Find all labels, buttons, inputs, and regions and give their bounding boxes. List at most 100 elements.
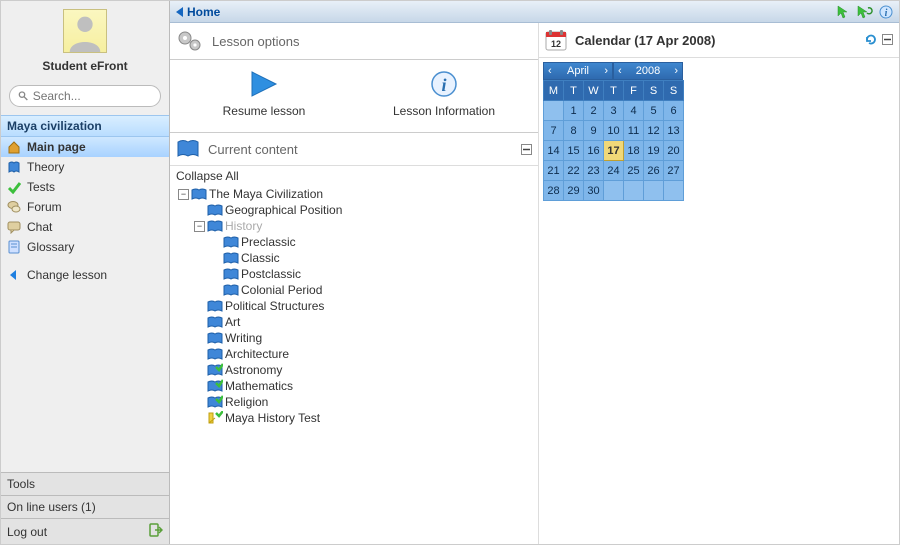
calendar-grid: MTWTFSS123456789101112131415161718192021…: [543, 80, 684, 201]
calendar-day[interactable]: 12: [644, 121, 664, 141]
collapse-panel-icon[interactable]: [521, 144, 532, 155]
tools-row[interactable]: Tools: [1, 472, 169, 495]
calendar-day[interactable]: 18: [624, 141, 644, 161]
book-icon: [191, 187, 207, 201]
calendar-day[interactable]: 13: [664, 121, 684, 141]
tree-node[interactable]: Art: [174, 314, 534, 330]
calendar-day[interactable]: 5: [644, 101, 664, 121]
collapse-all-link[interactable]: Collapse All: [170, 166, 538, 186]
prev-year-icon[interactable]: [618, 65, 622, 77]
tree-node[interactable]: Religion: [174, 394, 534, 410]
svg-text:12: 12: [551, 39, 561, 49]
calendar-title: Calendar (17 Apr 2008): [575, 33, 715, 48]
sidebar-item-chat[interactable]: Chat: [1, 217, 169, 237]
info-icon[interactable]: i: [879, 5, 893, 19]
calendar-day[interactable]: 16: [584, 141, 604, 161]
calendar-day[interactable]: 21: [544, 161, 564, 181]
online-users-row[interactable]: On line users (1): [1, 495, 169, 518]
book-icon: [7, 160, 21, 174]
tree-node[interactable]: Geographical Position: [174, 202, 534, 218]
calendar-day[interactable]: 9: [584, 121, 604, 141]
calendar-day[interactable]: 22: [564, 161, 584, 181]
tree-node[interactable]: Maya History Test: [174, 410, 534, 426]
calendar-day[interactable]: 4: [624, 101, 644, 121]
tree-node[interactable]: − The Maya Civilization: [174, 186, 534, 202]
calendar-day[interactable]: 29: [564, 181, 584, 201]
gear-icon: [176, 29, 204, 53]
next-month-icon[interactable]: [604, 65, 608, 77]
calendar-widget: April 2008 MTWTFSS1234567891011121314151…: [539, 58, 899, 201]
refresh-icon[interactable]: [864, 34, 878, 46]
resume-lesson-button[interactable]: Resume lesson: [174, 70, 354, 118]
content-columns: Lesson options Resume lesson i Lesson In…: [170, 23, 899, 544]
sidebar-item-tests[interactable]: Tests: [1, 177, 169, 197]
prev-month-icon[interactable]: [548, 65, 552, 77]
tree-toggle-icon[interactable]: −: [178, 189, 189, 200]
sidebar-item-main-page[interactable]: Main page: [1, 137, 169, 157]
calendar-day[interactable]: 19: [644, 141, 664, 161]
tree-node[interactable]: Writing: [174, 330, 534, 346]
calendar-day[interactable]: 1: [564, 101, 584, 121]
tree-node[interactable]: Classic: [174, 250, 534, 266]
calendar-day[interactable]: 2: [584, 101, 604, 121]
back-icon[interactable]: [176, 7, 183, 17]
calendar-empty: [544, 101, 564, 121]
sidebar-item-theory[interactable]: Theory: [1, 157, 169, 177]
calendar-month-nav[interactable]: April: [543, 62, 613, 80]
lesson-info-button[interactable]: i Lesson Information: [354, 70, 534, 118]
calendar-day[interactable]: 28: [544, 181, 564, 201]
logout-row[interactable]: Log out: [1, 518, 169, 544]
next-year-icon[interactable]: [674, 65, 678, 77]
cursor-refresh-icon[interactable]: [857, 5, 873, 19]
tree-node[interactable]: Astronomy: [174, 362, 534, 378]
book-icon: [223, 283, 239, 297]
calendar-day[interactable]: 20: [664, 141, 684, 161]
calendar-day[interactable]: 7: [544, 121, 564, 141]
calendar-day[interactable]: 6: [664, 101, 684, 121]
tree-node-label: Classic: [241, 251, 280, 265]
calendar-day[interactable]: 24: [604, 161, 624, 181]
calendar-day[interactable]: 26: [644, 161, 664, 181]
tree-node[interactable]: Political Structures: [174, 298, 534, 314]
tree-node[interactable]: Preclassic: [174, 234, 534, 250]
tree-node[interactable]: Postclassic: [174, 266, 534, 282]
sidebar-item-forum[interactable]: Forum: [1, 197, 169, 217]
search-input[interactable]: [33, 89, 152, 103]
book-icon: [207, 315, 223, 329]
sidebar-item-glossary[interactable]: Glossary: [1, 237, 169, 257]
sidebar-item-label: Main page: [27, 140, 86, 154]
calendar-dow: T: [564, 81, 584, 101]
tree-node[interactable]: Architecture: [174, 346, 534, 362]
calendar-day[interactable]: 11: [624, 121, 644, 141]
calendar-day[interactable]: 8: [564, 121, 584, 141]
tree-node[interactable]: Mathematics: [174, 378, 534, 394]
lesson-options-title: Lesson options: [212, 34, 299, 49]
calendar-day[interactable]: 15: [564, 141, 584, 161]
arrow-left-icon: [7, 268, 21, 282]
change-lesson-link[interactable]: Change lesson: [1, 265, 169, 285]
calendar-day[interactable]: 25: [624, 161, 644, 181]
book-icon: [223, 251, 239, 265]
tree-node[interactable]: Colonial Period: [174, 282, 534, 298]
tree-toggle-icon[interactable]: −: [194, 221, 205, 232]
chat-icon: [7, 220, 21, 234]
tree-node[interactable]: −History: [174, 218, 534, 234]
calendar-day[interactable]: 30: [584, 181, 604, 201]
tools-label: Tools: [7, 477, 35, 491]
calendar-day[interactable]: 23: [584, 161, 604, 181]
search-box[interactable]: [9, 85, 161, 107]
open-book-icon: [176, 139, 200, 159]
calendar-day[interactable]: 14: [544, 141, 564, 161]
book-icon: [207, 347, 223, 361]
calendar-day[interactable]: 17: [604, 141, 624, 161]
collapse-panel-icon[interactable]: [882, 34, 893, 45]
cursor-icon[interactable]: [837, 5, 851, 19]
profile-name: Student eFront: [42, 59, 127, 73]
calendar-day[interactable]: 10: [604, 121, 624, 141]
calendar-day[interactable]: 3: [604, 101, 624, 121]
tree-node-label: The Maya Civilization: [209, 187, 323, 201]
calendar-day[interactable]: 27: [664, 161, 684, 181]
book-check-icon: [207, 379, 223, 393]
avatar: [63, 9, 107, 53]
calendar-year-nav[interactable]: 2008: [613, 62, 683, 80]
